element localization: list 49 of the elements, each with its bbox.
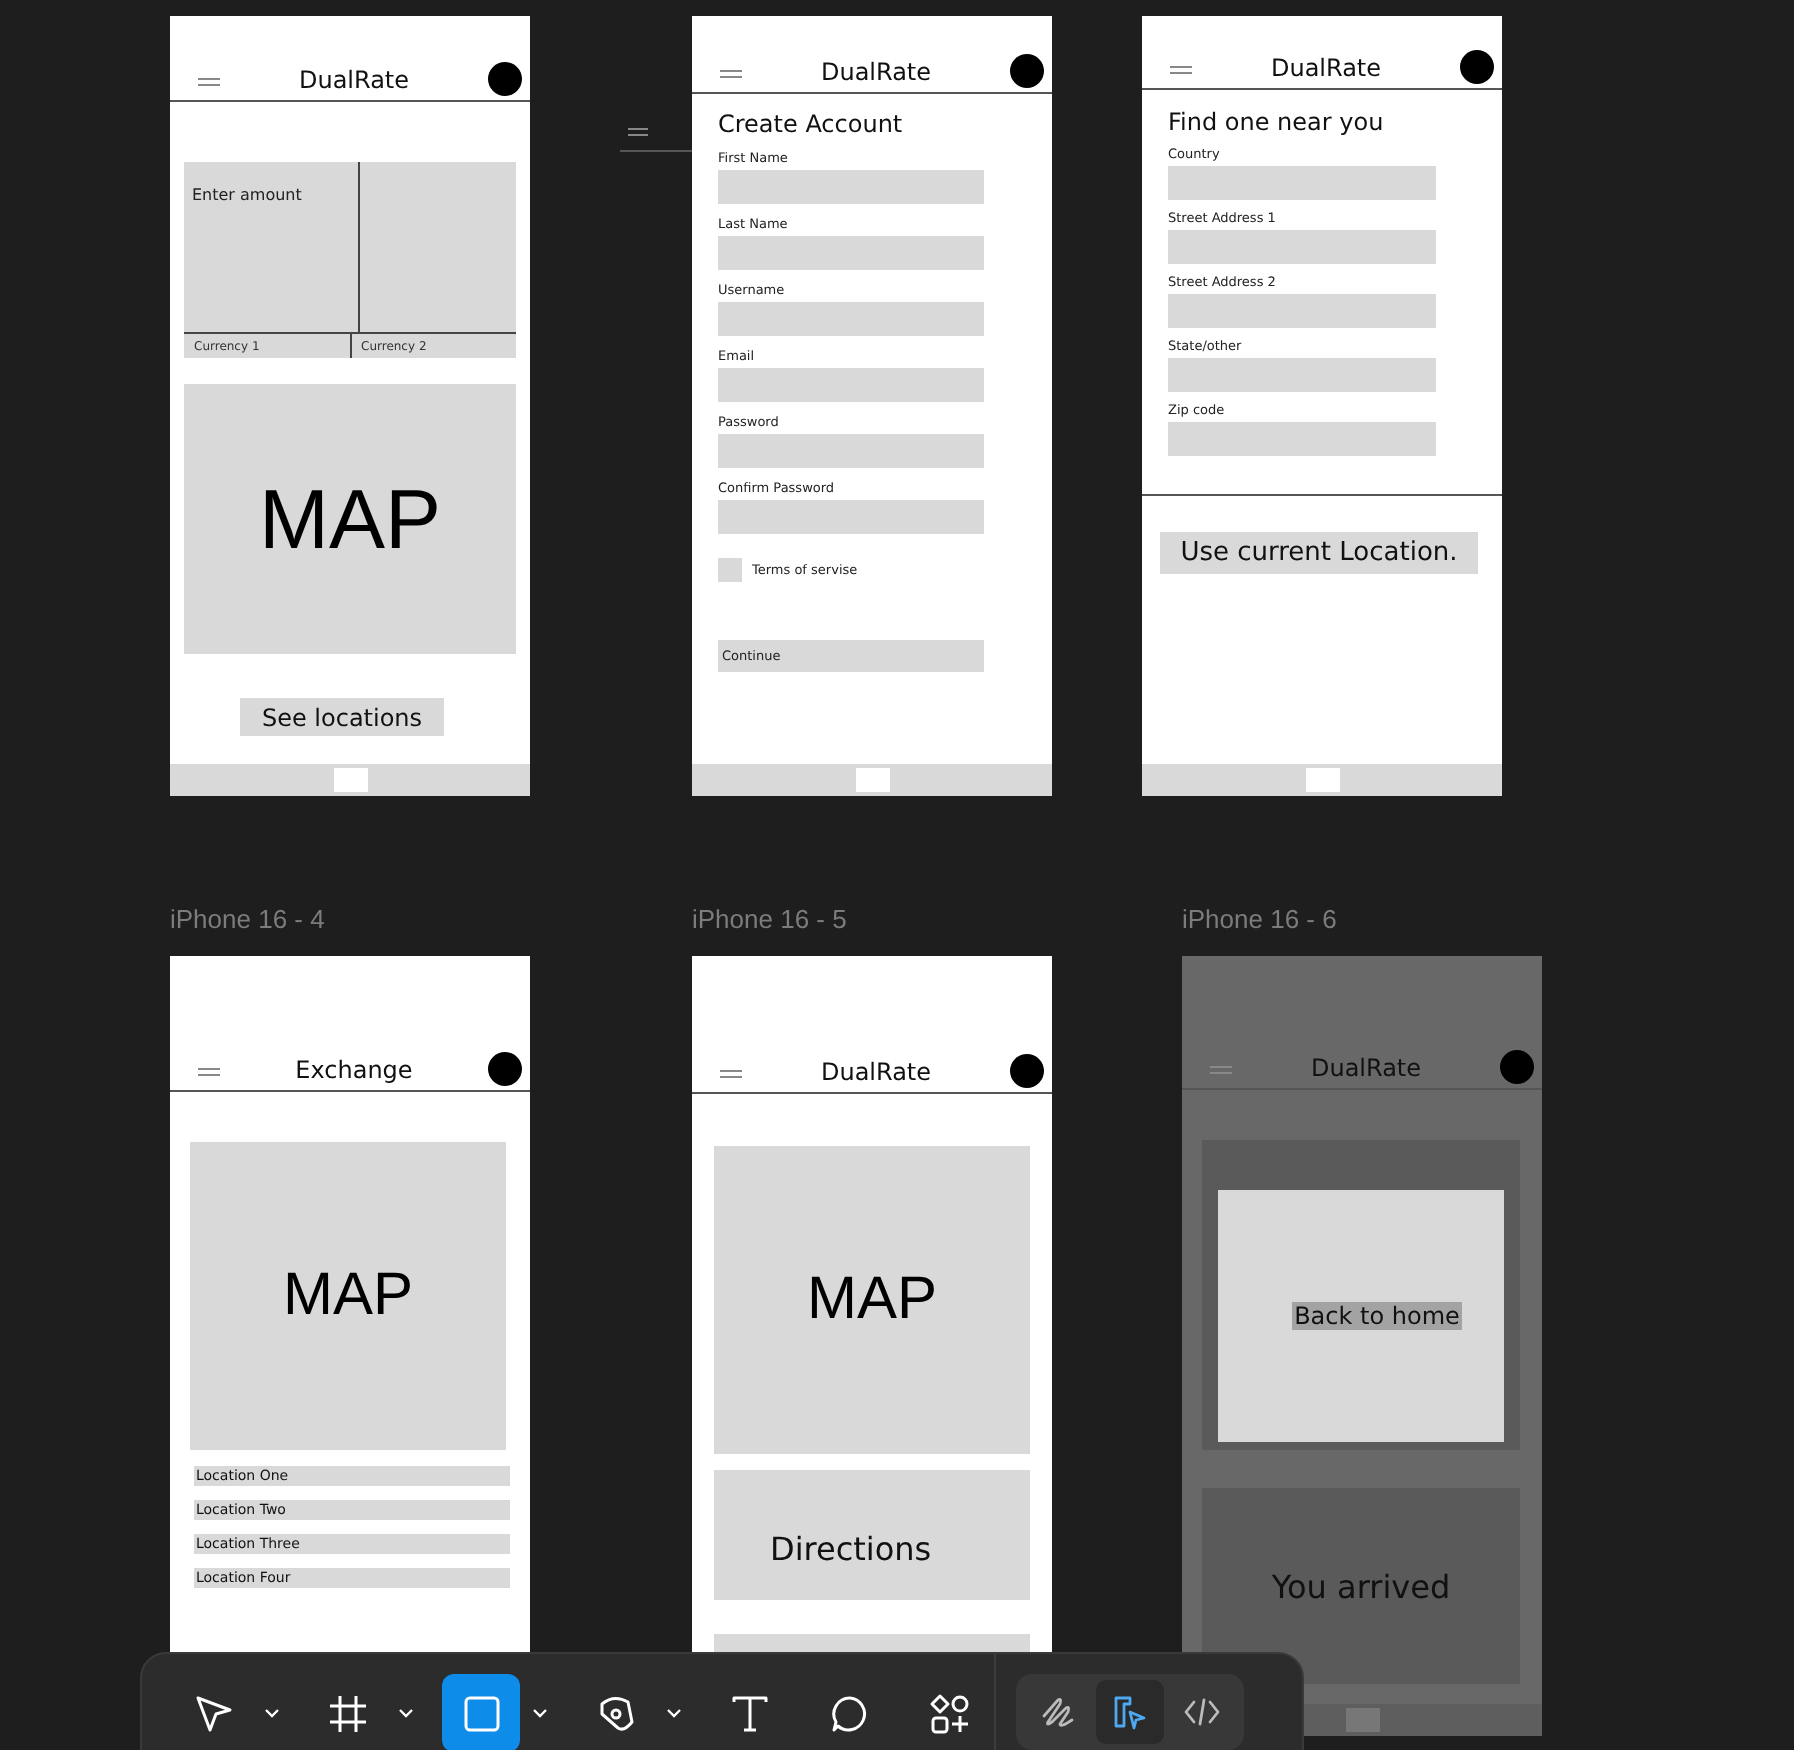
- app-title: DualRate: [1270, 54, 1382, 82]
- input-field[interactable]: [1168, 358, 1436, 392]
- hamburger-icon: [628, 128, 648, 136]
- input-field[interactable]: [718, 368, 984, 402]
- menu-icon[interactable]: [198, 1068, 220, 1076]
- input-field[interactable]: [1168, 422, 1436, 456]
- app-title: DualRate: [298, 66, 410, 94]
- caret-icon[interactable]: [264, 1708, 280, 1718]
- arrived-message: You arrived: [1202, 1488, 1520, 1684]
- avatar-icon[interactable]: [488, 62, 522, 96]
- rectangle-icon[interactable]: [442, 1674, 520, 1750]
- caret-icon[interactable]: [666, 1708, 682, 1718]
- frame-label: iPhone 16 - 5: [692, 904, 847, 934]
- menu-icon[interactable]: [720, 70, 742, 78]
- input-field[interactable]: [718, 500, 984, 534]
- ruler-cursor-icon[interactable]: [1096, 1680, 1164, 1744]
- input-field[interactable]: [718, 236, 984, 270]
- avatar-icon[interactable]: [1010, 54, 1044, 88]
- amount-field[interactable]: Enter amount: [184, 162, 359, 332]
- menu-icon[interactable]: [1170, 66, 1192, 74]
- see-locations-button[interactable]: See locations: [240, 698, 444, 736]
- input-field[interactable]: [1168, 230, 1436, 264]
- caret-icon[interactable]: [398, 1708, 414, 1718]
- avatar-icon[interactable]: [487, 1052, 522, 1086]
- app-title: DualRate: [820, 58, 932, 86]
- avatar-icon[interactable]: [1010, 1054, 1044, 1088]
- use-location-button[interactable]: Use current Location.: [1160, 532, 1478, 574]
- app-title: DualRate: [1310, 1054, 1422, 1082]
- input-field[interactable]: [718, 302, 984, 336]
- caret-icon[interactable]: [532, 1708, 548, 1718]
- frame-label: iPhone 16 - 6: [1182, 904, 1337, 934]
- app-title: Exchange: [295, 1056, 413, 1084]
- avatar-icon[interactable]: [1460, 50, 1494, 84]
- input-field[interactable]: [718, 434, 984, 468]
- input-field[interactable]: [1168, 166, 1436, 200]
- form-heading: Create Account: [718, 110, 905, 138]
- form-heading: Find one near you: [1168, 108, 1386, 136]
- input-field[interactable]: [718, 170, 984, 204]
- back-home-button[interactable]: Back to home: [1292, 1302, 1462, 1330]
- map-label: MAP: [806, 1266, 937, 1334]
- menu-icon[interactable]: [720, 1070, 742, 1078]
- checkbox[interactable]: [718, 558, 742, 582]
- menu-icon[interactable]: [198, 78, 220, 86]
- app-title: DualRate: [820, 1058, 932, 1086]
- map-label: MAP: [258, 471, 441, 567]
- directions-panel[interactable]: Directions: [714, 1470, 1030, 1600]
- input-field[interactable]: [1168, 294, 1436, 328]
- frame-label: iPhone 16 - 4: [170, 904, 325, 934]
- map-label: MAP: [282, 1262, 413, 1330]
